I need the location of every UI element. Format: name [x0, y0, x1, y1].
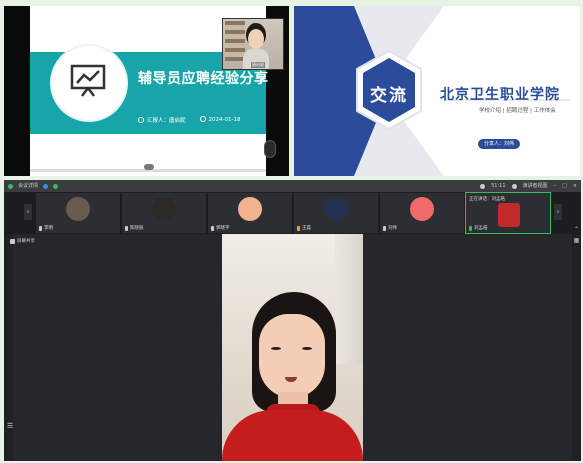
grid-icon — [511, 183, 517, 189]
speaker-face — [259, 314, 325, 398]
participant-tile[interactable]: 郭晓宇 — [208, 193, 292, 233]
participant-name: 王磊 — [302, 226, 311, 231]
participant-strip: ‹ 李明 陈晓丽 郭晓宇 王磊 刘伟 正在讲话：刘孟皓 刘孟皓 › — [4, 192, 581, 234]
bookshelf — [225, 21, 245, 61]
slide-badge: 交流 — [370, 86, 408, 106]
participant-tile[interactable]: 李明 — [36, 193, 120, 233]
background-door — [335, 234, 363, 364]
pen-icon — [138, 117, 144, 123]
maximize-icon[interactable]: □ — [562, 180, 567, 192]
participant-tile[interactable]: 陈晓丽 — [122, 193, 206, 233]
slide-date: 2024-01-18 — [208, 117, 241, 123]
shield-icon[interactable] — [43, 183, 49, 189]
participant-tile[interactable]: 王磊 — [294, 193, 378, 233]
mic-icon — [125, 225, 128, 231]
slide-reporter: 汇报人：唐启妮 — [147, 118, 186, 124]
timer-icon — [480, 183, 486, 189]
slide-reporter-row: 汇报人：唐启妮 2024-01-18 — [138, 116, 240, 124]
avatar — [498, 203, 520, 227]
participant-tile[interactable]: 刘伟 — [380, 193, 464, 233]
slide-title: 辅导员应聘经验分享 — [138, 71, 269, 87]
grid-view-icon[interactable]: ▦ — [573, 237, 580, 244]
meeting-time: 51:11 — [491, 183, 506, 189]
avatar — [152, 197, 176, 221]
presentation-chart-icon — [70, 64, 106, 97]
participant-name: 刘伟 — [388, 226, 397, 231]
participant-name: 郭晓宇 — [216, 226, 230, 231]
screen-share-label[interactable]: 屏幕共享 — [10, 238, 35, 244]
signal-icon — [53, 183, 59, 189]
participant-name: 刘孟皓 — [474, 226, 488, 231]
speaker-video[interactable] — [222, 234, 363, 461]
mic-icon — [297, 225, 300, 231]
avatar — [66, 197, 90, 221]
menu-icon[interactable]: ☰ — [7, 422, 13, 430]
meeting-title[interactable]: 会议详情 — [18, 180, 38, 192]
avatar — [324, 197, 348, 221]
clock-icon — [199, 116, 206, 122]
minimize-icon[interactable]: – — [554, 180, 557, 192]
mic-icon — [469, 225, 472, 231]
person-head — [248, 29, 264, 49]
right-panel — [572, 234, 581, 461]
self-cam-name: 唐启妮 — [251, 62, 265, 68]
mic-icon — [383, 225, 386, 231]
mic-icon — [39, 225, 42, 231]
participant-name: 陈晓丽 — [130, 226, 144, 231]
strip-prev-button[interactable]: ‹ — [24, 204, 32, 220]
mic-icon — [211, 225, 214, 231]
microphone-icon[interactable] — [264, 140, 276, 158]
floating-camera-view[interactable]: 唐启妮 — [222, 18, 284, 70]
close-icon[interactable]: × — [573, 180, 577, 192]
slide-sharer: 分享人：刘伟 — [478, 139, 521, 149]
strip-next-button[interactable]: › — [554, 204, 562, 220]
avatar — [238, 197, 262, 221]
meeting-titlebar: 会议详情 51:11 演讲者视图 – □ × — [4, 180, 581, 192]
slide-subtitle: 学校介绍 | 招聘过程 | 工作体会 — [479, 108, 556, 114]
slide-school-name: 北京卫生职业学院 — [440, 87, 560, 103]
avatar — [410, 197, 434, 221]
slide-page-indicator[interactable] — [144, 164, 154, 170]
collapse-icon[interactable]: ⌃ — [573, 226, 580, 233]
meeting-window: 会议详情 51:11 演讲者视图 – □ × ‹ 李明 陈晓丽 郭晓宇 王磊 刘… — [4, 180, 581, 461]
view-mode-button[interactable]: 演讲者视图 — [523, 180, 548, 192]
speaker-eye — [271, 347, 281, 350]
speaker-eye — [302, 347, 312, 350]
shared-slide-right: 交流 北京卫生职业学院 学校介绍 | 招聘过程 | 工作体会 分享人：刘伟 — [294, 6, 580, 176]
screen-icon — [10, 238, 15, 244]
screen-share-text: 屏幕共享 — [17, 239, 35, 244]
participant-tile-active[interactable]: 正在讲话：刘孟皓 刘孟皓 — [465, 192, 551, 234]
red-sweater — [222, 410, 363, 461]
participant-name: 李明 — [44, 226, 53, 231]
status-dot-icon — [8, 183, 13, 189]
speaking-label: 正在讲话：刘孟皓 — [469, 197, 505, 202]
